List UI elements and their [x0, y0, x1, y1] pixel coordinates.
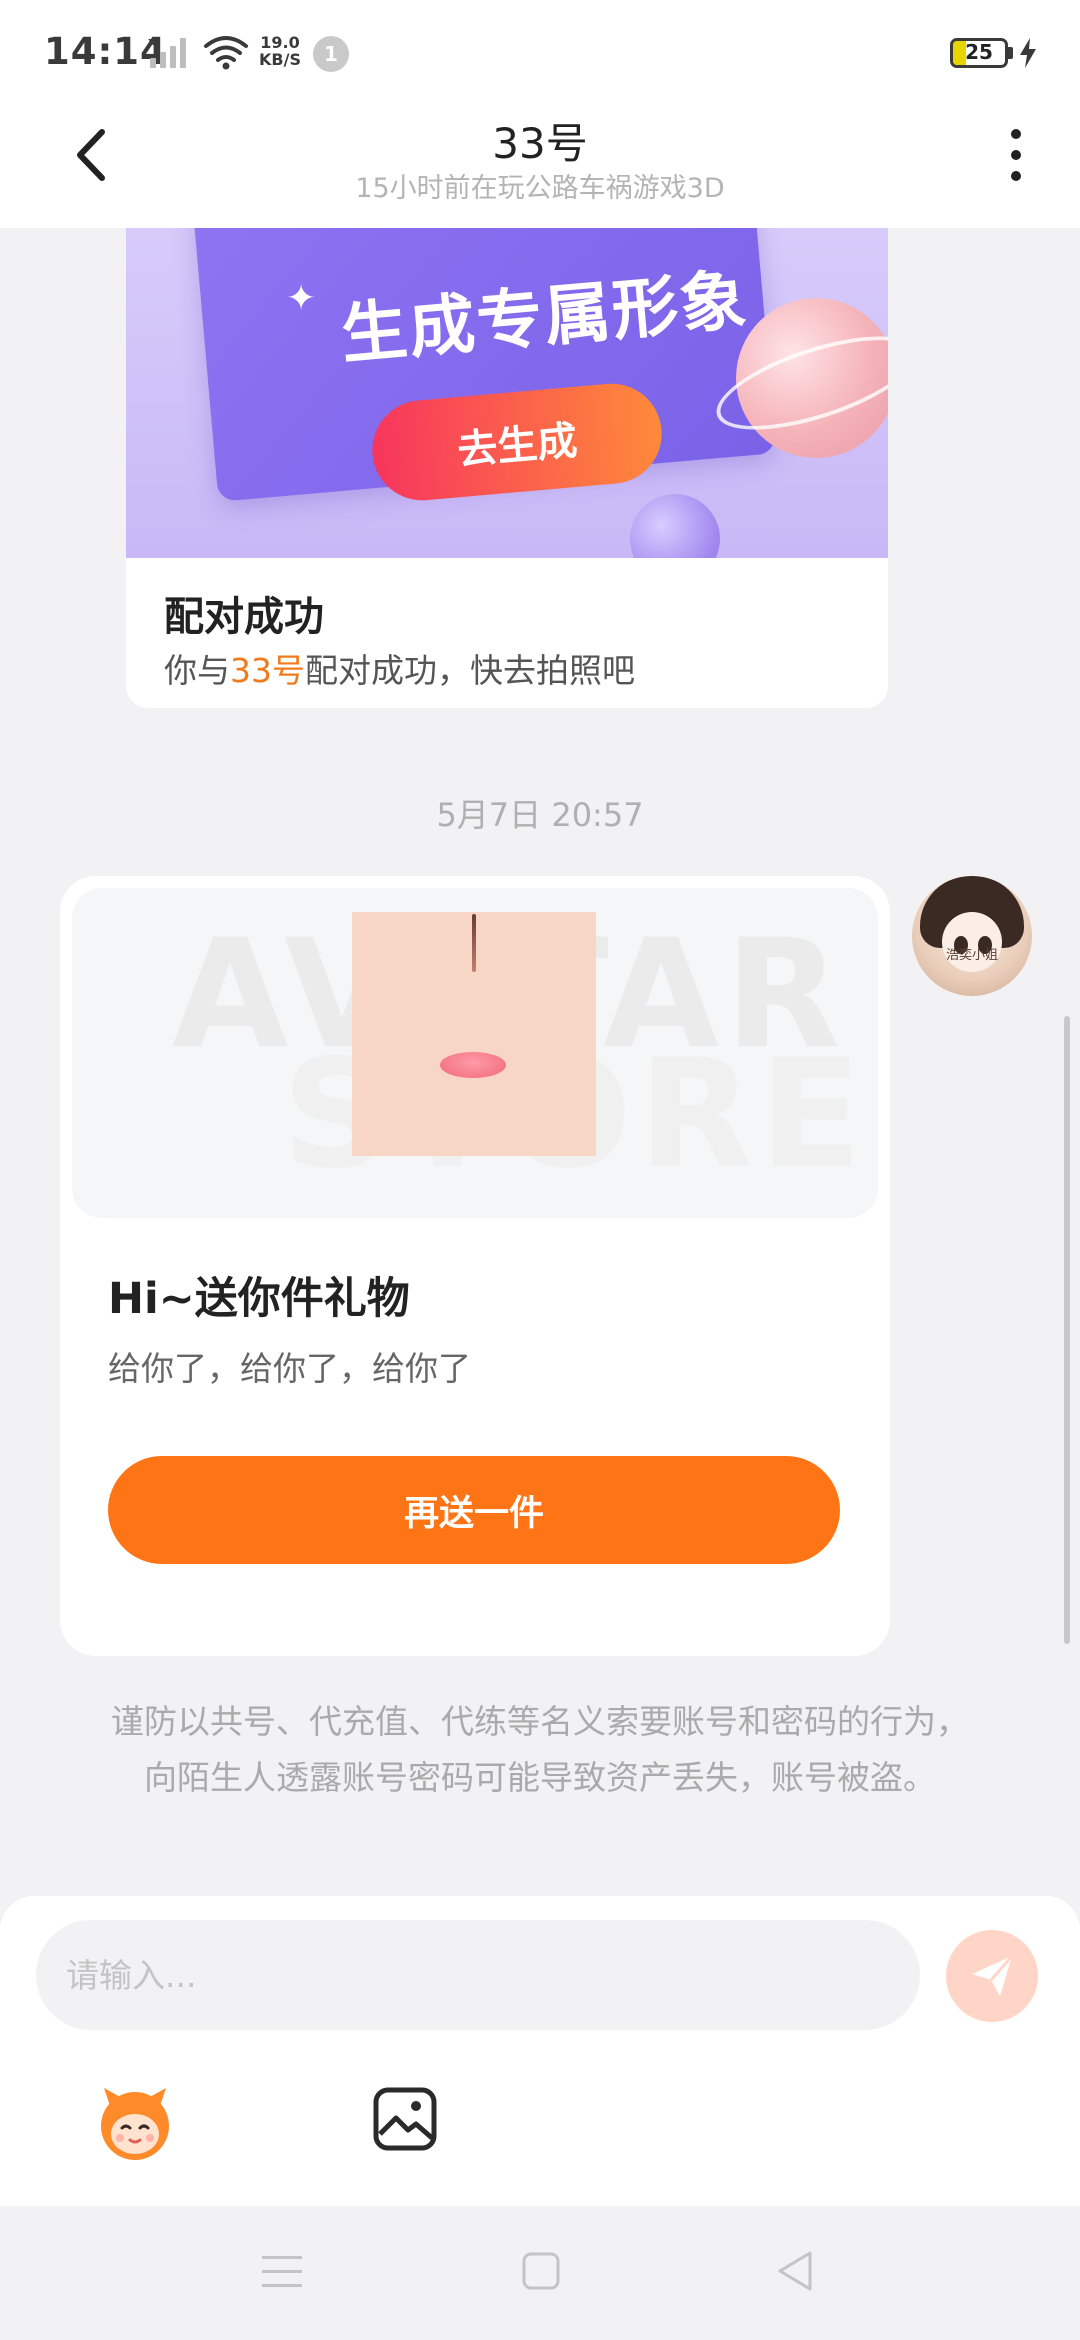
chat-message-list[interactable]: ✦ 生成专属形象 去生成 配对成功 你与33号配对成功，快去拍照吧 5月7日 2…	[0, 228, 1080, 1896]
network-speed: 19.0 KB/S	[257, 34, 303, 68]
avatar-generate-banner[interactable]: ✦ 生成专属形象 去生成	[126, 228, 888, 558]
menu-icon[interactable]	[262, 2254, 302, 2290]
avatar[interactable]: 浩奕小姐	[912, 876, 1032, 996]
match-description: 你与33号配对成功，快去拍照吧	[164, 644, 635, 692]
scrollbar[interactable]	[1064, 1016, 1070, 1644]
send-another-gift-button[interactable]: 再送一件	[108, 1456, 840, 1564]
chat-title: 33号	[492, 119, 588, 168]
network-speed-value: 19.0	[260, 33, 300, 52]
battery-level: 25	[965, 40, 993, 64]
avatar-face	[942, 912, 1002, 972]
gift-item-lips	[440, 1052, 506, 1078]
input-panel	[0, 1896, 1080, 2206]
match-partner-name[interactable]: 33号	[230, 651, 305, 690]
gift-message-card[interactable]: AVATAR STORE Hi~送你件礼物 给你了，给你了，给你了 再送一件	[60, 876, 890, 1656]
battery-cap	[1008, 47, 1013, 59]
chat-subtitle: 15小时前在玩公路车祸游戏3D	[355, 173, 725, 204]
status-bar: 14:14 x 19.0 KB/S 1 25	[0, 0, 1080, 100]
avatar-caption: 浩奕小姐	[945, 948, 998, 963]
wifi-icon	[204, 36, 248, 70]
charging-icon	[1020, 38, 1036, 68]
system-navigation-bar	[0, 2206, 1080, 2340]
gift-message-text: 给你了，给你了，给你了	[108, 1349, 471, 1388]
sparkle-icon: ✦	[286, 278, 317, 319]
gift-item-detail	[472, 914, 476, 972]
match-desc-prefix: 你与	[164, 651, 230, 690]
battery-icon: 25	[950, 38, 1008, 68]
signal-icon: x	[148, 36, 186, 68]
svg-text:x: x	[148, 36, 155, 48]
image-icon[interactable]	[370, 2084, 440, 2154]
gift-item-image[interactable]	[352, 912, 596, 1156]
match-success-card[interactable]: ✦ 生成专属形象 去生成 配对成功 你与33号配对成功，快去拍照吧	[126, 228, 888, 708]
message-timestamp: 5月7日 20:57	[436, 796, 644, 834]
paper-plane-icon	[972, 1955, 1014, 1996]
orb-decoration	[630, 494, 720, 558]
notification-badge: 1	[313, 36, 349, 72]
mascot-emoji-icon[interactable]	[92, 2080, 178, 2166]
back-triangle-icon[interactable]	[776, 2250, 814, 2292]
home-icon[interactable]	[522, 2252, 560, 2290]
message-input[interactable]	[36, 1920, 920, 2030]
gift-title: Hi~送你件礼物	[108, 1274, 410, 1324]
chat-header: 33号 15小时前在玩公路车祸游戏3D	[0, 100, 1080, 228]
network-speed-unit: KB/S	[259, 50, 301, 69]
match-title: 配对成功	[164, 594, 324, 640]
match-desc-suffix: 配对成功，快去拍照吧	[305, 651, 635, 690]
more-vertical-icon[interactable]	[998, 120, 1034, 190]
send-button[interactable]	[946, 1930, 1038, 2022]
safety-notice: 谨防以共号、代充值、代练等名义索要账号和密码的行为，向陌生人透露账号密码可能导致…	[111, 1702, 969, 1797]
